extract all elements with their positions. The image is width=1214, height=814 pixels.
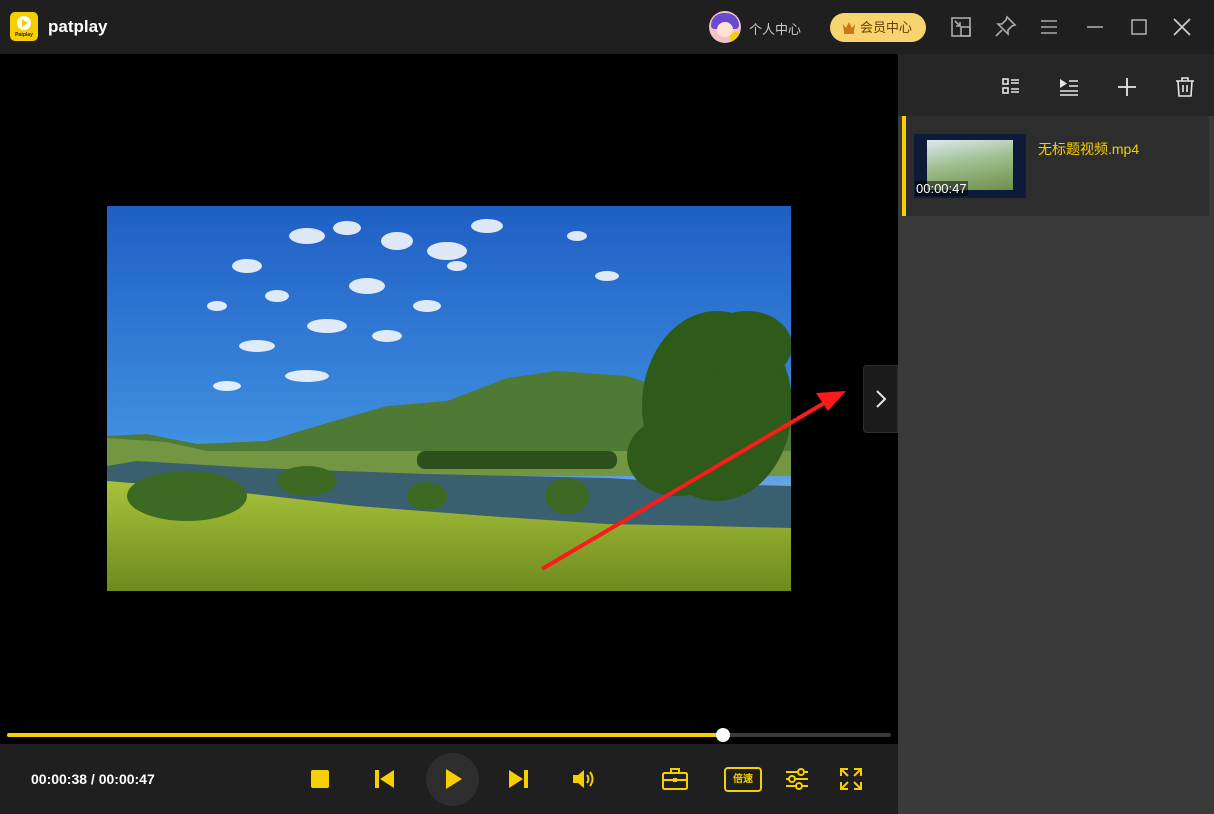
video-scene xyxy=(107,206,791,591)
previous-icon[interactable] xyxy=(368,762,402,796)
fullscreen-icon[interactable] xyxy=(834,762,868,796)
playlist-item-name: 无标题视频.mp4 xyxy=(1038,141,1140,157)
delete-icon[interactable] xyxy=(1172,74,1198,100)
play-icon xyxy=(446,769,462,789)
app-title: patplay xyxy=(48,17,108,36)
pin-icon[interactable] xyxy=(992,14,1018,40)
stop-icon[interactable] xyxy=(303,762,337,796)
mini-player-icon[interactable] xyxy=(948,14,974,40)
time-display: 00:00:38 / 00:00:47 xyxy=(31,771,155,787)
maximize-icon[interactable] xyxy=(1126,14,1152,40)
seek-bar-fill xyxy=(7,733,724,737)
minimize-icon[interactable] xyxy=(1082,14,1108,40)
control-bar: 00:00:38 / 00:00:47 倍速 xyxy=(0,744,898,814)
chevron-right-icon xyxy=(876,390,887,408)
close-icon[interactable] xyxy=(1169,14,1195,40)
toolbox-icon[interactable] xyxy=(658,762,692,796)
thumbnail-duration: 00:00:47 xyxy=(915,181,968,196)
seek-bar-knob[interactable] xyxy=(716,728,731,742)
volume-icon[interactable] xyxy=(567,762,601,796)
equalizer-icon[interactable] xyxy=(780,762,814,796)
list-item[interactable]: 00:00:47 无标题视频.mp4 xyxy=(902,116,1209,216)
vip-center-button[interactable]: 会员中心 xyxy=(830,13,926,42)
title-bar: Patplay patplay 个人中心 会员中心 xyxy=(0,0,1214,54)
play-button[interactable] xyxy=(426,753,479,806)
app-logo: Patplay xyxy=(10,12,38,41)
personal-center-link[interactable]: 个人中心 xyxy=(749,19,801,38)
video-area[interactable] xyxy=(0,54,898,744)
list-view-icon[interactable] xyxy=(998,74,1024,100)
video-frame[interactable] xyxy=(107,206,791,591)
next-icon[interactable] xyxy=(501,762,535,796)
add-icon[interactable] xyxy=(1114,74,1140,100)
toggle-playlist-button[interactable] xyxy=(863,365,898,433)
video-thumbnail: 00:00:47 xyxy=(914,134,1026,198)
menu-icon[interactable] xyxy=(1036,14,1062,40)
vip-center-label: 会员中心 xyxy=(860,20,913,35)
playlist-toolbar xyxy=(898,54,1214,116)
patplay-window: Patplay patplay 个人中心 会员中心 00:00:38 / 00:… xyxy=(0,0,1214,814)
speed-button[interactable]: 倍速 xyxy=(724,767,762,792)
play-order-icon[interactable] xyxy=(1056,74,1082,100)
avatar[interactable] xyxy=(709,11,741,43)
seek-bar[interactable] xyxy=(7,728,891,742)
playlist-panel: 00:00:47 无标题视频.mp4 xyxy=(898,54,1214,814)
logo-text: Patplay xyxy=(15,32,33,38)
crown-icon xyxy=(843,22,855,34)
